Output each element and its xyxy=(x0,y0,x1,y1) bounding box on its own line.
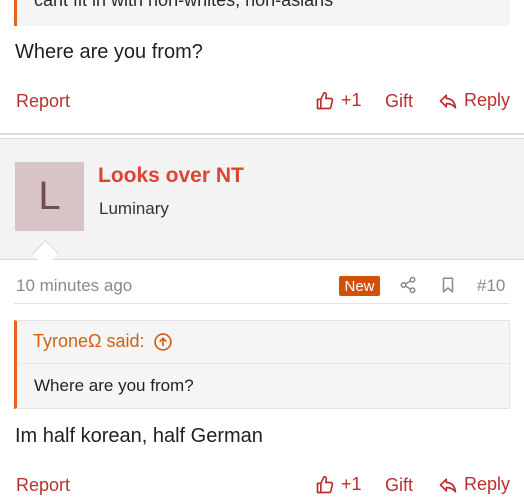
quote-divider xyxy=(17,363,509,364)
reply-icon xyxy=(439,477,457,492)
quote-text: Where are you from? xyxy=(34,376,194,395)
report-link[interactable]: Report xyxy=(16,91,70,112)
post-time[interactable]: 10 minutes ago xyxy=(16,276,132,296)
like-button[interactable]: +1 xyxy=(315,90,362,111)
post-message: Im half korean, half German xyxy=(15,425,263,447)
gift-button[interactable]: Gift xyxy=(385,475,413,496)
quote-author: TyroneΩ said: xyxy=(33,331,145,351)
author-name[interactable]: Looks over NT xyxy=(98,164,244,188)
reply-label: Reply xyxy=(464,474,511,494)
report-link[interactable]: Report xyxy=(16,475,70,496)
bookmark-icon[interactable] xyxy=(439,276,457,299)
like-button[interactable]: +1 xyxy=(315,474,362,495)
previous-quote: cant fit in with non-whites, non-asians xyxy=(14,0,510,26)
previous-quote-text: cant fit in with non-whites, non-asians xyxy=(34,0,334,10)
reply-button[interactable]: Reply xyxy=(438,474,510,495)
thumbs-up-icon xyxy=(316,475,334,493)
avatar[interactable]: L xyxy=(15,162,84,231)
reply-button[interactable]: Reply xyxy=(438,90,510,111)
reply-icon xyxy=(439,93,457,108)
user-rank: Luminary xyxy=(99,199,169,218)
new-badge: New xyxy=(339,276,380,296)
avatar-letter: L xyxy=(38,174,61,218)
arrow-up-circle-icon[interactable] xyxy=(153,332,173,352)
share-icon[interactable] xyxy=(399,276,417,299)
like-count: +1 xyxy=(341,90,362,110)
thumbs-up-icon xyxy=(316,91,334,109)
reply-label: Reply xyxy=(464,90,511,110)
post-separator xyxy=(0,133,524,135)
post-number[interactable]: #10 xyxy=(477,276,505,296)
meta-divider xyxy=(14,303,510,304)
like-count: +1 xyxy=(341,474,362,494)
quote-attribution[interactable]: TyroneΩ said: xyxy=(33,331,173,352)
gift-button[interactable]: Gift xyxy=(385,91,413,112)
previous-message: Where are you from? xyxy=(15,41,203,63)
